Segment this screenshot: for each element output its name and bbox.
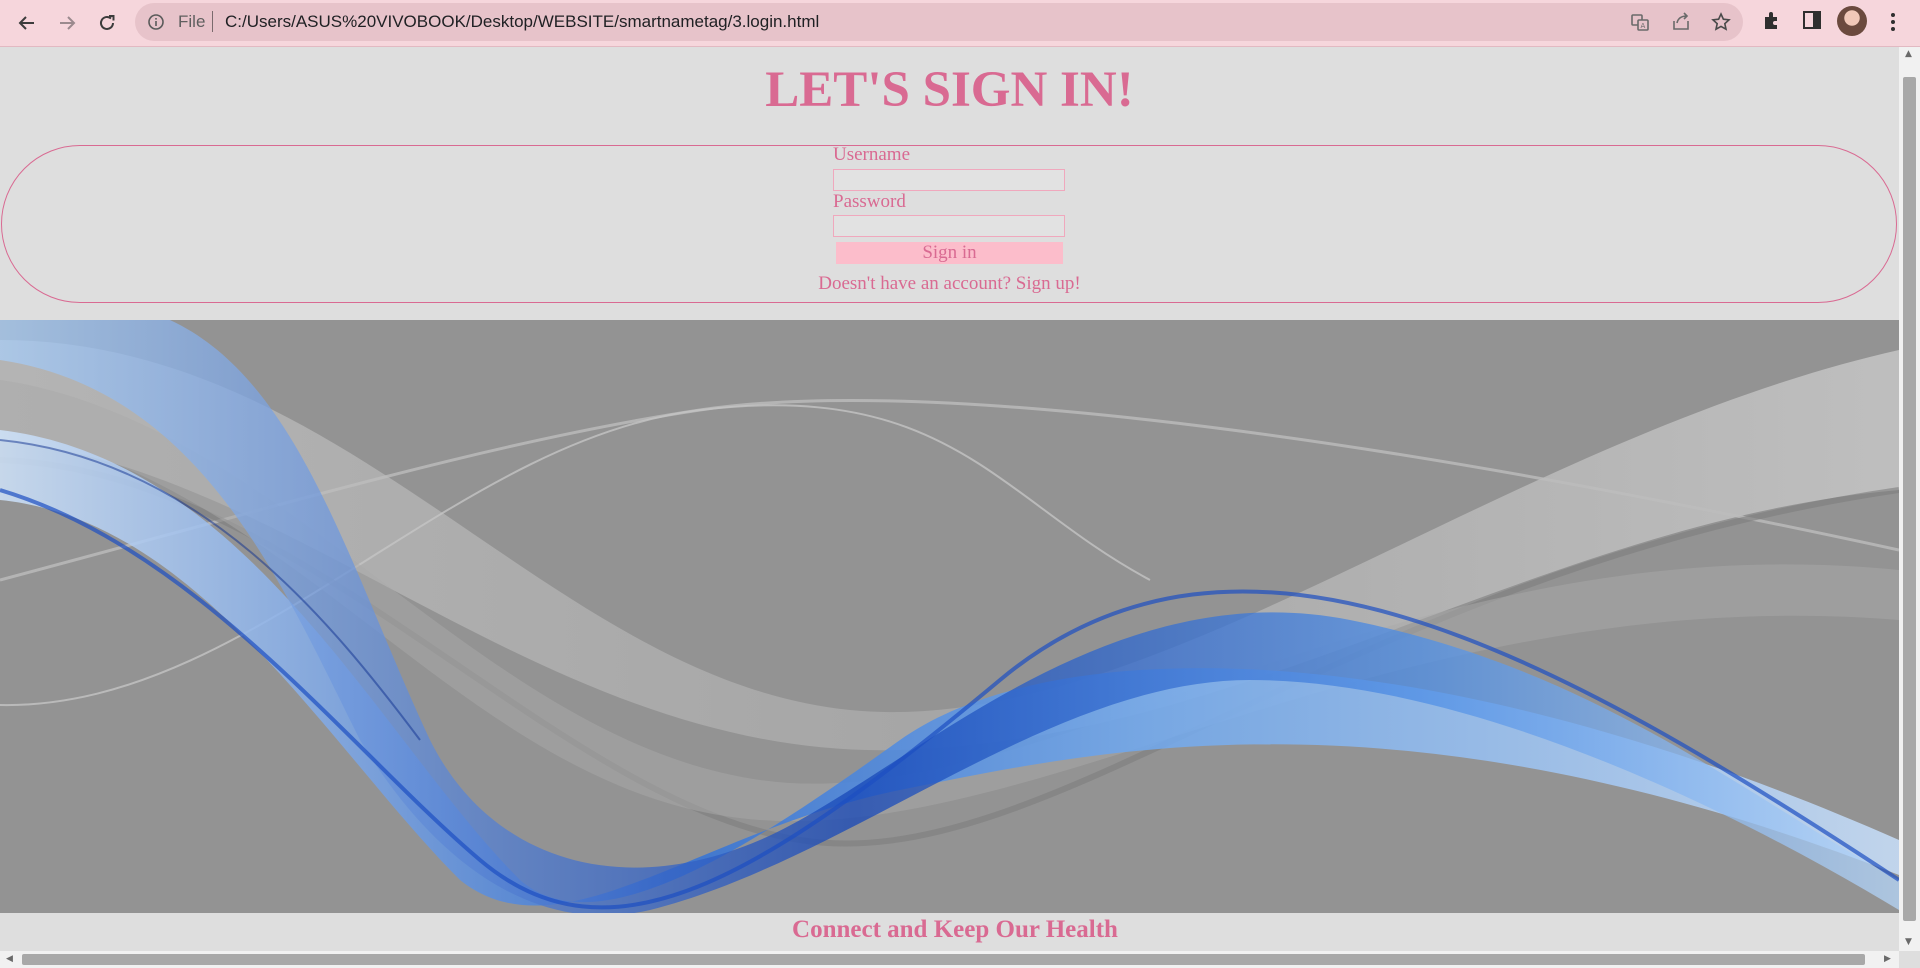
profile-avatar[interactable] xyxy=(1837,6,1867,36)
username-label: Username xyxy=(833,144,911,165)
side-panel-icon[interactable] xyxy=(1801,9,1823,31)
forward-icon xyxy=(60,16,76,30)
abstract-wave-banner xyxy=(0,320,1899,913)
page-viewport: LET'S SIGN IN! Username Password Sign in… xyxy=(0,47,1899,951)
menu-icon[interactable] xyxy=(1886,9,1900,35)
password-input[interactable] xyxy=(833,215,1065,237)
back-button[interactable] xyxy=(9,5,45,41)
back-icon xyxy=(18,16,34,30)
file-scheme-label: File xyxy=(178,12,206,31)
address-bar[interactable]: File C:/Users/ASUS%20VIVOBOOK/Desktop/WE… xyxy=(135,3,1743,41)
password-label: Password xyxy=(833,191,906,212)
scroll-right-icon[interactable]: ▶ xyxy=(1884,954,1891,964)
browser-toolbar: File C:/Users/ASUS%20VIVOBOOK/Desktop/WE… xyxy=(0,0,1920,47)
horizontal-scroll-thumb[interactable] xyxy=(22,954,1865,965)
share-icon[interactable] xyxy=(1670,11,1692,33)
omnibox-divider xyxy=(212,11,213,32)
forward-button[interactable] xyxy=(49,5,85,41)
sign-in-button[interactable]: Sign in xyxy=(836,242,1063,264)
scroll-left-icon[interactable]: ◀ xyxy=(6,954,13,964)
vertical-scrollbar[interactable]: ▲ ▼ xyxy=(1899,47,1920,951)
tagline: Connect and Keep Our Health xyxy=(792,916,1118,943)
username-input[interactable] xyxy=(833,169,1065,191)
page-title: LET'S SIGN IN! xyxy=(765,62,1134,118)
svg-text:A: A xyxy=(1641,22,1646,30)
sign-up-link[interactable]: Doesn't have an account? Sign up! xyxy=(0,273,1899,295)
horizontal-scrollbar[interactable]: ◀ ▶ xyxy=(0,951,1899,968)
reload-button[interactable] xyxy=(89,5,125,41)
translate-icon[interactable]: A xyxy=(1629,11,1651,33)
scroll-down-icon[interactable]: ▼ xyxy=(1905,937,1912,947)
info-icon[interactable] xyxy=(147,13,165,31)
reload-icon xyxy=(100,15,115,30)
scroll-up-icon[interactable]: ▲ xyxy=(1905,49,1912,59)
url-text[interactable]: C:/Users/ASUS%20VIVOBOOK/Desktop/WEBSITE… xyxy=(225,12,819,32)
star-icon[interactable] xyxy=(1710,11,1732,33)
extensions-icon[interactable] xyxy=(1761,9,1783,31)
vertical-scroll-thumb[interactable] xyxy=(1903,77,1916,921)
